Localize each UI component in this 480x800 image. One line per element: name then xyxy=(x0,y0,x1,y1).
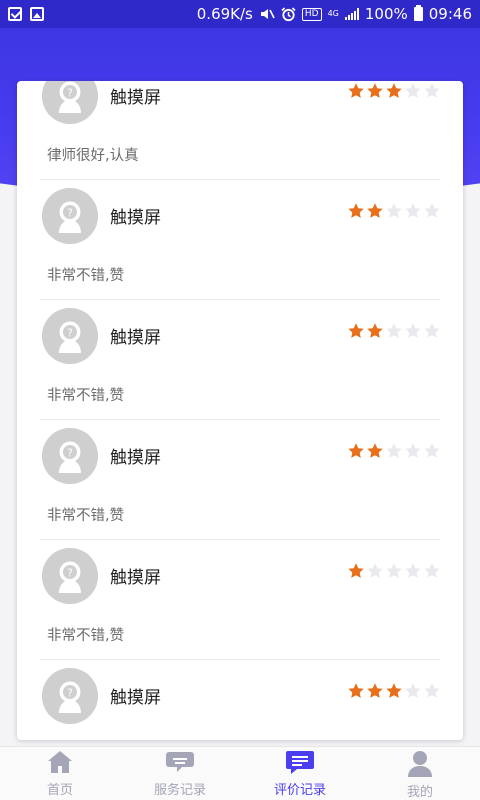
review-item[interactable]: ? 触摸屏非常不错,赞 xyxy=(40,300,440,420)
star-empty-icon xyxy=(386,563,402,578)
svg-text:?: ? xyxy=(67,207,73,220)
avatar: ? xyxy=(42,308,98,364)
star-empty-icon xyxy=(386,203,402,218)
tab-label: 首页 xyxy=(46,783,73,798)
svg-text:?: ? xyxy=(67,447,73,460)
star-rating xyxy=(347,82,441,100)
star-rating xyxy=(347,322,441,340)
review-comment: 非常不错,赞 xyxy=(47,628,125,644)
avatar: ? xyxy=(42,668,98,724)
star-empty-icon xyxy=(386,323,402,338)
checkbox-notification-icon xyxy=(8,7,22,21)
battery-level: 100% xyxy=(364,5,408,23)
star-filled-icon xyxy=(367,443,383,458)
tab-home[interactable]: 首页 xyxy=(0,747,120,800)
signal-icon xyxy=(344,8,359,20)
tab-label: 我的 xyxy=(406,785,433,800)
avatar: ? xyxy=(42,548,98,604)
clock-time: 09:46 xyxy=(428,5,472,23)
net-speed: 0.69K/s xyxy=(196,5,253,23)
star-empty-icon xyxy=(424,563,440,578)
review-comment: 律师很好,认真 xyxy=(47,148,139,164)
star-empty-icon xyxy=(424,203,440,218)
image-notification-icon xyxy=(30,7,44,21)
review-comment: 非常不错,赞 xyxy=(47,268,125,284)
reviewer-name: 触摸屏 xyxy=(110,448,161,468)
star-empty-icon xyxy=(424,443,440,458)
hd-badge: HD xyxy=(301,7,322,21)
reviewer-name: 触摸屏 xyxy=(110,88,161,108)
review-item[interactable]: ? 触摸屏 xyxy=(40,660,440,740)
review-item[interactable]: ? 触摸屏非常不错,赞 xyxy=(40,180,440,300)
star-filled-icon xyxy=(386,83,402,98)
alarm-icon xyxy=(281,6,296,21)
star-empty-icon xyxy=(367,563,383,578)
avatar: ? xyxy=(42,81,98,124)
mute-icon xyxy=(260,9,275,19)
tab-mine[interactable]: 我的 xyxy=(360,747,480,800)
tab-label: 服务记录 xyxy=(153,783,206,798)
star-empty-icon xyxy=(405,323,421,338)
status-bar: 0.69K/s HD 4G 100% 09:46 xyxy=(0,0,480,28)
star-empty-icon xyxy=(405,203,421,218)
star-filled-icon xyxy=(348,683,364,698)
star-rating xyxy=(347,562,441,580)
network-type: 4G xyxy=(327,9,339,18)
star-empty-icon xyxy=(405,83,421,98)
avatar: ? xyxy=(42,428,98,484)
home-icon xyxy=(48,751,72,773)
star-filled-icon xyxy=(348,563,364,578)
review-list[interactable]: ? 触摸屏 律师很好,认真? 触摸屏 非常不错,赞? 触摸屏 非常不错,赞? 触摸屏 非常不错,… xyxy=(17,81,463,740)
review-comment: 非常不错,赞 xyxy=(47,508,125,524)
star-filled-icon xyxy=(348,443,364,458)
review-list-card[interactable]: ? 触摸屏 律师很好,认真? 触摸屏 非常不错,赞? 触摸屏 非常不错,赞? 触摸屏 非常不错,… xyxy=(17,81,463,740)
review-comment: 非常不错,赞 xyxy=(47,388,125,404)
review-item[interactable]: ? 触摸屏非常不错,赞 xyxy=(40,420,440,540)
tab-label: 评价记录 xyxy=(273,783,326,798)
star-rating xyxy=(347,202,441,220)
reviewer-name: 触摸屏 xyxy=(110,208,161,228)
battery-icon xyxy=(413,5,423,21)
svg-text:?: ? xyxy=(67,687,73,700)
chat-bubble-icon xyxy=(166,752,194,772)
reviewer-name: 触摸屏 xyxy=(110,328,161,348)
star-empty-icon xyxy=(405,443,421,458)
star-filled-icon xyxy=(348,323,364,338)
person-icon xyxy=(408,751,432,777)
comment-list-icon xyxy=(286,751,314,774)
star-empty-icon xyxy=(424,323,440,338)
star-filled-icon xyxy=(367,323,383,338)
star-filled-icon xyxy=(348,203,364,218)
reviewer-name: 触摸屏 xyxy=(110,688,161,708)
avatar: ? xyxy=(42,188,98,244)
star-filled-icon xyxy=(367,83,383,98)
star-filled-icon xyxy=(348,83,364,98)
star-filled-icon xyxy=(367,683,383,698)
star-rating xyxy=(347,442,441,460)
review-item[interactable]: ? 触摸屏律师很好,认真 xyxy=(40,81,440,180)
svg-text:?: ? xyxy=(67,327,73,340)
star-empty-icon xyxy=(405,563,421,578)
tab-review-records[interactable]: 评价记录 xyxy=(240,747,360,800)
star-empty-icon xyxy=(386,443,402,458)
reviewer-name: 触摸屏 xyxy=(110,568,161,588)
svg-text:?: ? xyxy=(67,567,73,580)
review-item[interactable]: ? 触摸屏非常不错,赞 xyxy=(40,540,440,660)
star-empty-icon xyxy=(424,83,440,98)
star-filled-icon xyxy=(367,203,383,218)
bottom-tab-bar: 首页 服务记录 评价记录 我的 xyxy=(0,746,480,800)
star-rating xyxy=(347,682,441,700)
tab-service-records[interactable]: 服务记录 xyxy=(120,747,240,800)
star-empty-icon xyxy=(405,683,421,698)
star-empty-icon xyxy=(424,683,440,698)
star-filled-icon xyxy=(386,683,402,698)
svg-text:?: ? xyxy=(67,87,73,100)
